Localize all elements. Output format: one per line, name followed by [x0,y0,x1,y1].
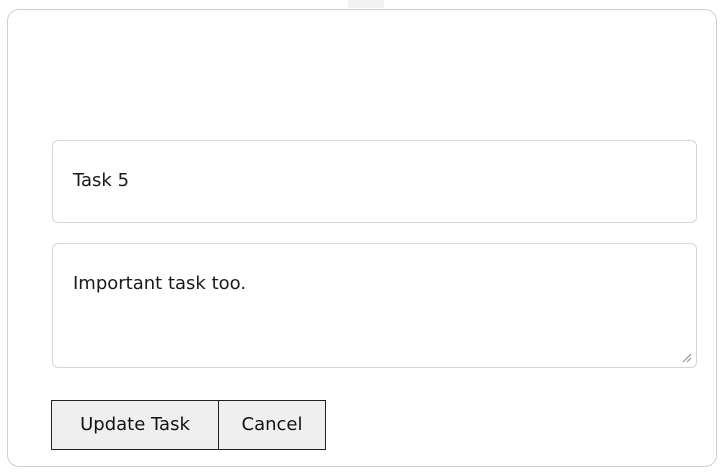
update-task-button[interactable]: Update Task [51,400,219,450]
cancel-button[interactable]: Cancel [218,400,326,450]
edit-task-card: Task 5 Important task too. Update Task C… [7,9,717,467]
task-title-input[interactable]: Task 5 [52,140,697,223]
resize-grip-icon[interactable] [680,351,692,363]
task-description-textarea[interactable]: Important task too. [52,243,697,368]
drag-handle [348,0,384,8]
task-title-value: Task 5 [73,170,130,191]
task-description-value: Important task too. [73,273,247,294]
